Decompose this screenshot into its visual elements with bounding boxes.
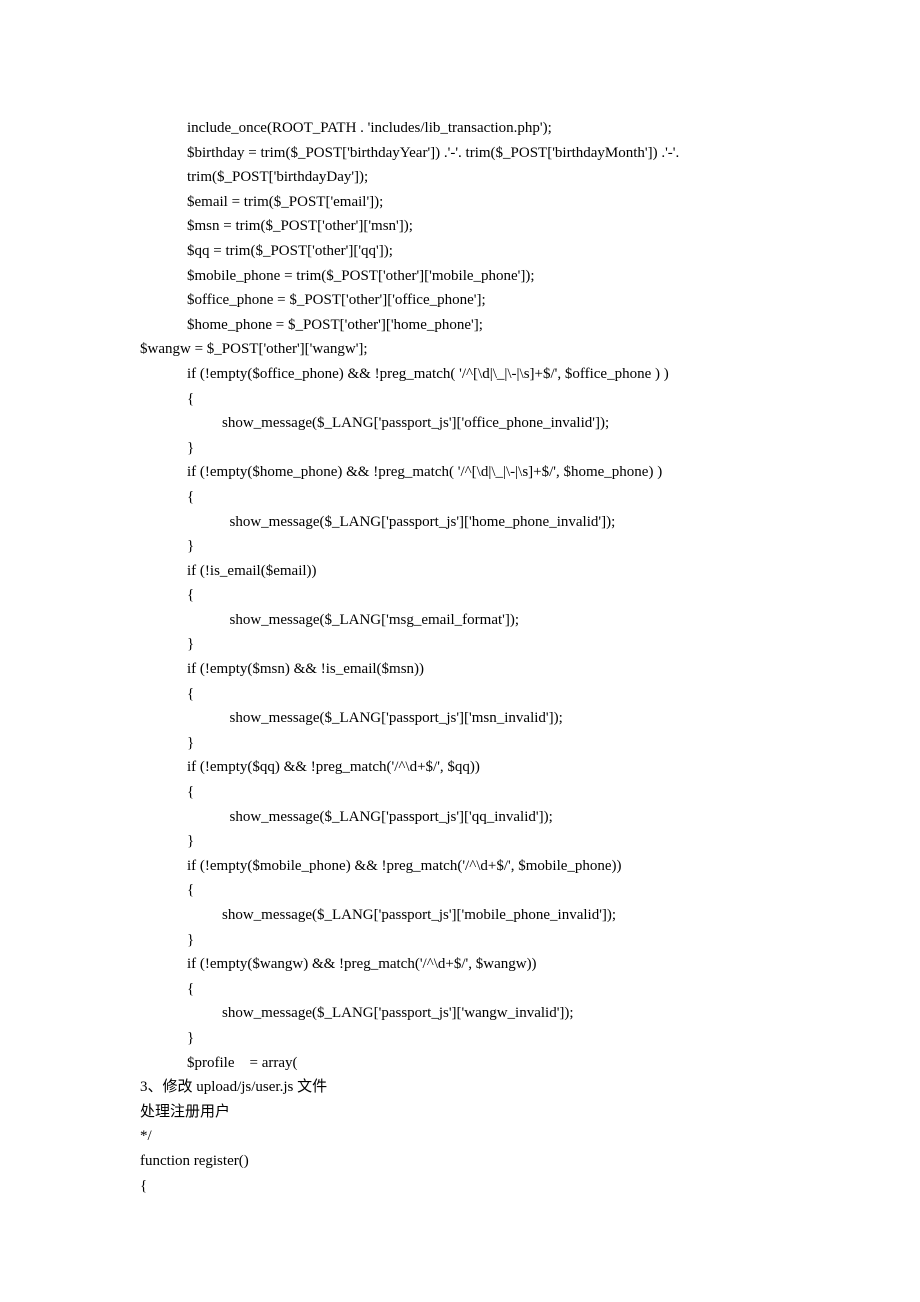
- code-line: $msn = trim($_POST['other']['msn']);: [0, 214, 920, 239]
- code-line: {: [0, 682, 920, 707]
- code-line: {: [0, 583, 920, 608]
- code-line: {: [0, 977, 920, 1002]
- code-line: }: [0, 928, 920, 953]
- code-line: $qq = trim($_POST['other']['qq']);: [0, 239, 920, 264]
- code-line: }: [0, 1026, 920, 1051]
- code-line: 处理注册用户: [0, 1100, 920, 1125]
- code-line: }: [0, 436, 920, 461]
- code-line: }: [0, 534, 920, 559]
- code-line: if (!empty($mobile_phone) && !preg_match…: [0, 854, 920, 879]
- code-line: show_message($_LANG['msg_email_format'])…: [0, 608, 920, 633]
- code-line: $home_phone = $_POST['other']['home_phon…: [0, 313, 920, 338]
- code-line: }: [0, 731, 920, 756]
- code-line: show_message($_LANG['passport_js']['mobi…: [0, 903, 920, 928]
- code-line: $mobile_phone = trim($_POST['other']['mo…: [0, 264, 920, 289]
- code-line: if (!empty($home_phone) && !preg_match( …: [0, 460, 920, 485]
- code-line: {: [0, 387, 920, 412]
- code-line: show_message($_LANG['passport_js']['offi…: [0, 411, 920, 436]
- code-line: {: [0, 485, 920, 510]
- code-line: show_message($_LANG['passport_js']['qq_i…: [0, 805, 920, 830]
- code-line: $birthday = trim($_POST['birthdayYear'])…: [0, 141, 920, 166]
- code-line: $wangw = $_POST['other']['wangw'];: [0, 337, 920, 362]
- code-line: if (!empty($msn) && !is_email($msn)): [0, 657, 920, 682]
- code-line: }: [0, 632, 920, 657]
- code-line: include_once(ROOT_PATH . 'includes/lib_t…: [0, 116, 920, 141]
- code-line: show_message($_LANG['passport_js']['msn_…: [0, 706, 920, 731]
- code-line: trim($_POST['birthdayDay']);: [0, 165, 920, 190]
- code-line: $office_phone = $_POST['other']['office_…: [0, 288, 920, 313]
- code-line: if (!is_email($email)): [0, 559, 920, 584]
- code-line: */: [0, 1124, 920, 1149]
- code-line: if (!empty($office_phone) && !preg_match…: [0, 362, 920, 387]
- code-line: 3、修改 upload/js/user.js 文件: [0, 1075, 920, 1100]
- code-line: $email = trim($_POST['email']);: [0, 190, 920, 215]
- code-line: function register(): [0, 1149, 920, 1174]
- code-line: $profile = array(: [0, 1051, 920, 1076]
- code-line: }: [0, 829, 920, 854]
- code-line: if (!empty($wangw) && !preg_match('/^\d+…: [0, 952, 920, 977]
- code-line: show_message($_LANG['passport_js']['home…: [0, 510, 920, 535]
- code-line: if (!empty($qq) && !preg_match('/^\d+$/'…: [0, 755, 920, 780]
- code-line: {: [0, 1174, 920, 1199]
- code-line: {: [0, 878, 920, 903]
- document-page: include_once(ROOT_PATH . 'includes/lib_t…: [0, 0, 920, 1302]
- code-line: show_message($_LANG['passport_js']['wang…: [0, 1001, 920, 1026]
- code-line: {: [0, 780, 920, 805]
